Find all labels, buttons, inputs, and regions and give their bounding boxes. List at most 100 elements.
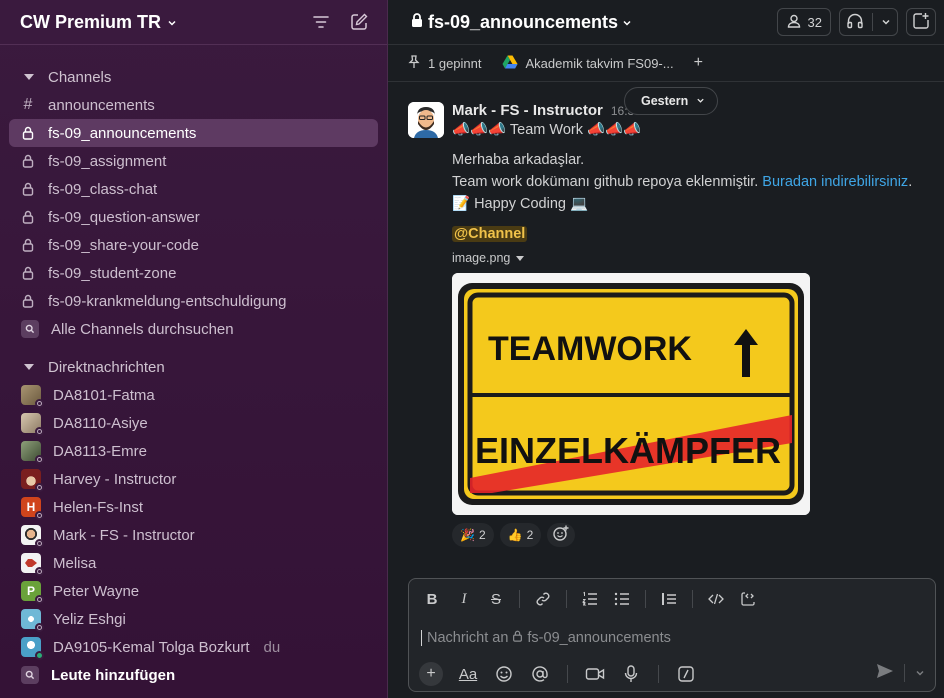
- download-link[interactable]: Buradan indirebilirsiniz: [762, 174, 908, 190]
- lock-icon: [20, 126, 36, 140]
- sidebar-item-fs-09-share-your-code[interactable]: fs-09_share-your-code: [9, 231, 378, 259]
- code-block-icon[interactable]: [737, 588, 759, 610]
- channel-label: fs-09_class-chat: [48, 180, 158, 198]
- canvas-button[interactable]: [906, 8, 936, 36]
- sidebar-dm-da8110-asiye[interactable]: DA8110-Asiye: [9, 409, 378, 437]
- italic-icon[interactable]: I: [453, 588, 475, 610]
- channel-title-button[interactable]: fs-09_announcements: [410, 12, 632, 33]
- code-icon[interactable]: [705, 588, 727, 610]
- channel-label: announcements: [48, 96, 155, 114]
- add-reaction-button[interactable]: [547, 523, 576, 547]
- sidebar: CW Premium TR Channels # announcements f…: [0, 0, 388, 698]
- dm-label: Melisa: [53, 554, 97, 572]
- bookmark-label: Akademik takvim FS09-...: [525, 55, 674, 71]
- date-divider-label: Gestern: [641, 94, 689, 108]
- image-text-top: TEAMWORK: [488, 330, 692, 368]
- dm-section-header[interactable]: Direktnachrichten: [0, 353, 387, 381]
- avatar: H: [21, 497, 44, 520]
- sidebar-item-fs-09-student-zone[interactable]: fs-09_student-zone: [9, 259, 378, 287]
- channels-section-header[interactable]: Channels: [0, 63, 387, 91]
- sidebar-item-fs-09-announcements[interactable]: fs-09_announcements: [9, 119, 378, 147]
- members-button[interactable]: 32: [776, 8, 831, 36]
- sidebar-dm-da8101-fatma[interactable]: DA8101-Fatma: [9, 381, 378, 409]
- channel-mention[interactable]: @Channel: [452, 226, 528, 242]
- sidebar-dm-yeliz-eshgi[interactable]: Yeliz Eshgi: [9, 605, 378, 633]
- reaction-count: 2: [478, 528, 486, 542]
- bold-icon[interactable]: B: [421, 588, 443, 610]
- sidebar-item-fs-09-question-answer[interactable]: fs-09_question-answer: [9, 203, 378, 231]
- blockquote-icon[interactable]: [658, 588, 680, 610]
- member-count: 32: [807, 14, 822, 30]
- dm-label: Harvey - Instructor: [53, 470, 177, 488]
- lock-icon: [20, 182, 36, 196]
- hash-icon: #: [23, 96, 33, 113]
- sidebar-dm-melisa[interactable]: Melisa: [9, 549, 378, 577]
- attach-plus-icon[interactable]: +: [419, 662, 443, 686]
- sidebar-item-announcements[interactable]: # announcements: [9, 91, 378, 119]
- avatar: [21, 469, 44, 492]
- bullet-list-icon[interactable]: [611, 588, 633, 610]
- add-people-button[interactable]: Leute hinzufügen: [9, 661, 378, 689]
- dm-label: DA8113-Emre: [53, 442, 147, 460]
- avatar: [21, 609, 44, 632]
- reaction-party[interactable]: 🎉 2: [452, 523, 494, 547]
- channel-label: fs-09_assignment: [48, 152, 167, 170]
- ordered-list-icon[interactable]: [579, 588, 601, 610]
- caret-down-icon: [516, 255, 525, 261]
- date-divider-button[interactable]: Gestern: [624, 87, 719, 115]
- channel-label: fs-09_student-zone: [48, 264, 177, 282]
- sidebar-dm-self[interactable]: DA9105-Kemal Tolga Bozkurt du: [9, 633, 378, 661]
- dm-header-label: Direktnachrichten: [48, 358, 165, 376]
- send-icon[interactable]: [876, 663, 894, 683]
- sidebar-item-fs-09-assignment[interactable]: fs-09_assignment: [9, 147, 378, 175]
- message-author[interactable]: Mark - FS - Instructor: [452, 102, 603, 119]
- compose-icon[interactable]: [349, 12, 369, 32]
- sidebar-item-fs-09-krankmeldung[interactable]: fs-09-krankmeldung-entschuldigung: [9, 287, 378, 315]
- sidebar-dm-helen-fs-inst[interactable]: H Helen-Fs-Inst: [9, 493, 378, 521]
- workspace-header: CW Premium TR: [0, 0, 387, 45]
- chevron-down-icon[interactable]: [881, 15, 891, 30]
- text-style-icon[interactable]: Aa: [457, 663, 479, 685]
- composer-tools: + Aa: [409, 657, 935, 691]
- emoji-icon[interactable]: [493, 663, 515, 685]
- huddle-button[interactable]: [839, 8, 898, 36]
- pinned-button[interactable]: 1 gepinnt: [408, 54, 482, 72]
- add-bookmark-button[interactable]: +: [694, 54, 703, 72]
- chevron-down-icon: [622, 12, 632, 33]
- dm-label: Peter Wayne: [53, 582, 140, 600]
- channel-label: fs-09_share-your-code: [48, 236, 199, 254]
- reaction-thumbsup[interactable]: 👍 2: [499, 523, 542, 547]
- message-input[interactable]: Nachricht an fs-09_announcements: [409, 619, 935, 657]
- chevron-down-icon[interactable]: [915, 665, 925, 682]
- message-line-info: Team work dokümanı github repoya eklenmi…: [452, 171, 932, 193]
- mention-icon[interactable]: [529, 663, 551, 685]
- bookmark-akademik-takvim[interactable]: Akademik takvim FS09-...: [502, 55, 674, 72]
- slash-command-icon[interactable]: [675, 663, 697, 685]
- lock-icon: [20, 210, 36, 224]
- sidebar-dm-mark-fs-instructor[interactable]: Mark - FS - Instructor: [9, 521, 378, 549]
- chevron-down-icon: [696, 94, 705, 108]
- placeholder-prefix: Nachricht an: [427, 630, 509, 646]
- message-line-happy-coding: 📝 Happy Coding 💻: [452, 196, 589, 212]
- image-attachment[interactable]: TEAMWORK EINZELKÄMPFER: [452, 273, 810, 515]
- sidebar-dm-harvey-instructor[interactable]: Harvey - Instructor: [9, 465, 378, 493]
- avatar: [21, 385, 44, 408]
- strikethrough-icon[interactable]: S: [485, 588, 507, 610]
- browse-channels-button[interactable]: Alle Channels durchsuchen: [9, 315, 378, 343]
- channel-header: fs-09_announcements 32: [388, 0, 944, 45]
- avatar: [21, 553, 44, 576]
- microphone-icon[interactable]: [620, 663, 642, 685]
- search-icon: [21, 320, 39, 338]
- lock-icon: [20, 266, 36, 280]
- video-icon[interactable]: [584, 663, 606, 685]
- sidebar-dm-da8113-emre[interactable]: DA8113-Emre: [9, 437, 378, 465]
- avatar[interactable]: [408, 102, 444, 138]
- link-icon[interactable]: [532, 588, 554, 610]
- sidebar-item-fs-09-class-chat[interactable]: fs-09_class-chat: [9, 175, 378, 203]
- file-name-toggle[interactable]: image.png: [452, 251, 932, 265]
- avatar: [21, 525, 44, 548]
- caret-down-icon: [24, 74, 34, 80]
- filter-icon[interactable]: [311, 12, 331, 32]
- sidebar-dm-peter-wayne[interactable]: P Peter Wayne: [9, 577, 378, 605]
- workspace-switcher[interactable]: CW Premium TR: [20, 12, 177, 33]
